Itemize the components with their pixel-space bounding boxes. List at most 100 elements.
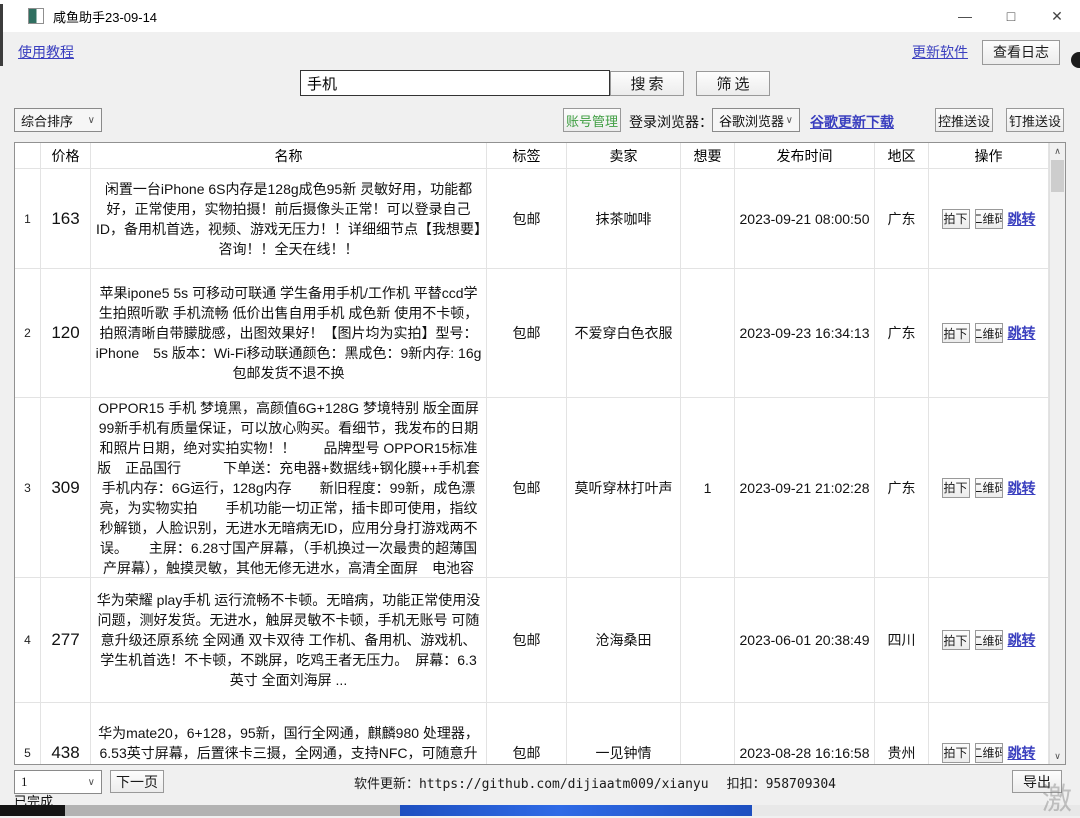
name-cell: 闲置一台iPhone 6S内存是128g成色95新 灵敏好用，功能都好，正常使用… bbox=[91, 169, 487, 268]
action-cell: 拍下 二维码 跳转 bbox=[929, 703, 1049, 764]
buy-button[interactable]: 拍下 bbox=[942, 323, 970, 343]
filter-button[interactable]: 筛选 bbox=[696, 71, 770, 96]
time-cell: 2023-09-21 21:02:28 bbox=[735, 398, 875, 577]
buy-button[interactable]: 拍下 bbox=[942, 209, 970, 229]
results-grid: 价格 名称 标签 卖家 想要 发布时间 地区 操作 1 163 闲置一台iPho… bbox=[15, 143, 1049, 764]
row-index: 2 bbox=[15, 269, 41, 397]
pager-row: 1 ∨ 下一页 软件更新：https://github.com/dijiaatm… bbox=[0, 770, 1080, 794]
vertical-scrollbar[interactable]: ∧ ∨ bbox=[1049, 143, 1065, 764]
seller-cell: 莫听穿林打叶声 bbox=[567, 398, 681, 577]
taskbar-segment-light bbox=[752, 805, 1080, 816]
region-cell: 贵州 bbox=[875, 703, 929, 764]
header-tag: 标签 bbox=[487, 143, 567, 168]
name-cell: 华为mate20，6+128，95新，国行全网通，麒麟980 处理器，6.53英… bbox=[91, 703, 487, 764]
want-cell bbox=[681, 169, 735, 268]
jump-link[interactable]: 跳转 bbox=[1008, 478, 1036, 498]
seller-cell: 一见钟情 bbox=[567, 703, 681, 764]
sort-select-value: 综合排序 bbox=[21, 111, 73, 130]
taskbar-segment-blue bbox=[400, 805, 752, 816]
view-log-button[interactable]: 查看日志 bbox=[982, 40, 1060, 65]
seller-cell: 抹茶咖啡 bbox=[567, 169, 681, 268]
name-cell: 苹果ipone5 5s 可移动可联通 学生备用手机/工作机 平替ccd学生拍照听… bbox=[91, 269, 487, 397]
price-cell: 163 bbox=[41, 169, 91, 268]
table-row: 3 309 OPPOR15 手机 梦境黑，高颜值6G+128G 梦境特别 版全面… bbox=[15, 398, 1049, 578]
background-window-dot bbox=[1071, 52, 1080, 68]
price-cell: 277 bbox=[41, 578, 91, 702]
browser-select-value: 谷歌浏览器 bbox=[719, 111, 784, 130]
row-index: 4 bbox=[15, 578, 41, 702]
header-time: 发布时间 bbox=[735, 143, 875, 168]
update-software-link[interactable]: 更新软件 bbox=[912, 42, 968, 62]
qq-text: 扣扣：958709304 bbox=[727, 777, 836, 792]
time-cell: 2023-06-01 20:38:49 bbox=[735, 578, 875, 702]
price-cell: 309 bbox=[41, 398, 91, 577]
qrcode-button[interactable]: 二维码 bbox=[975, 630, 1003, 650]
want-cell bbox=[681, 269, 735, 397]
seller-cell: 沧海桑田 bbox=[567, 578, 681, 702]
chevron-down-icon: ∨ bbox=[88, 115, 95, 126]
row-index: 3 bbox=[15, 398, 41, 577]
action-cell: 拍下 二维码 跳转 bbox=[929, 169, 1049, 268]
buy-button[interactable]: 拍下 bbox=[942, 743, 970, 763]
want-cell bbox=[681, 703, 735, 764]
close-button[interactable]: ✕ bbox=[1034, 0, 1080, 32]
header-index bbox=[15, 143, 41, 168]
maximize-button[interactable]: □ bbox=[988, 0, 1034, 32]
region-cell: 广东 bbox=[875, 269, 929, 397]
tutorial-link[interactable]: 使用教程 bbox=[18, 42, 74, 62]
chevron-down-icon: ∨ bbox=[786, 115, 793, 126]
qrcode-button[interactable]: 二维码 bbox=[975, 323, 1003, 343]
scroll-down-icon[interactable]: ∨ bbox=[1050, 748, 1065, 764]
name-cell: 华为荣耀 play手机 运行流畅不卡顿。无暗病，功能正常使用没问题，测好发货。无… bbox=[91, 578, 487, 702]
search-button[interactable]: 搜索 bbox=[610, 71, 684, 96]
sort-select[interactable]: 综合排序 ∨ bbox=[14, 108, 102, 132]
tag-cell: 包邮 bbox=[487, 703, 567, 764]
account-manage-button[interactable]: 账号管理 bbox=[563, 108, 621, 132]
table-row: 2 120 苹果ipone5 5s 可移动可联通 学生备用手机/工作机 平替cc… bbox=[15, 269, 1049, 398]
chevron-down-icon: ∨ bbox=[88, 777, 95, 788]
jump-link[interactable]: 跳转 bbox=[1008, 323, 1036, 343]
region-cell: 广东 bbox=[875, 398, 929, 577]
footer-info: 软件更新：https://github.com/dijiaatm009/xian… bbox=[220, 773, 970, 792]
qrcode-button[interactable]: 二维码 bbox=[975, 743, 1003, 763]
search-input[interactable] bbox=[300, 70, 610, 96]
jump-link[interactable]: 跳转 bbox=[1008, 743, 1036, 763]
window-controls: — □ ✕ bbox=[942, 0, 1080, 32]
price-cell: 438 bbox=[41, 703, 91, 764]
tag-cell: 包邮 bbox=[487, 269, 567, 397]
header-seller: 卖家 bbox=[567, 143, 681, 168]
want-cell: 1 bbox=[681, 398, 735, 577]
region-cell: 广东 bbox=[875, 169, 929, 268]
scrollbar-thumb[interactable] bbox=[1051, 160, 1064, 192]
push-setting-button-1[interactable]: 控推送设 bbox=[935, 108, 993, 132]
push-setting-button-2[interactable]: 钉推送设 bbox=[1006, 108, 1064, 132]
table-row: 5 438 华为mate20，6+128，95新，国行全网通，麒麟980 处理器… bbox=[15, 703, 1049, 764]
jump-link[interactable]: 跳转 bbox=[1008, 630, 1036, 650]
table-row: 4 277 华为荣耀 play手机 运行流畅不卡顿。无暗病，功能正常使用没问题，… bbox=[15, 578, 1049, 703]
toolbar-row: 综合排序 ∨ 账号管理 登录浏览器： 谷歌浏览器 ∨ 谷歌更新下载 控推送设 钉… bbox=[0, 108, 1080, 134]
export-button[interactable]: 导出 bbox=[1012, 770, 1062, 793]
jump-link[interactable]: 跳转 bbox=[1008, 209, 1036, 229]
want-cell bbox=[681, 578, 735, 702]
qrcode-button[interactable]: 二维码 bbox=[975, 478, 1003, 498]
row-index: 5 bbox=[15, 703, 41, 764]
header-name: 名称 bbox=[91, 143, 487, 168]
next-page-button[interactable]: 下一页 bbox=[110, 770, 164, 793]
links-row: 使用教程 更新软件 查看日志 bbox=[18, 38, 1060, 66]
qrcode-button[interactable]: 二维码 bbox=[975, 209, 1003, 229]
buy-button[interactable]: 拍下 bbox=[942, 630, 970, 650]
chrome-download-link[interactable]: 谷歌更新下载 bbox=[810, 112, 894, 132]
header-want: 想要 bbox=[681, 143, 735, 168]
search-row: 搜索 筛选 bbox=[0, 70, 1080, 98]
buy-button[interactable]: 拍下 bbox=[942, 478, 970, 498]
region-cell: 四川 bbox=[875, 578, 929, 702]
browser-select[interactable]: 谷歌浏览器 ∨ bbox=[712, 108, 800, 132]
minimize-button[interactable]: — bbox=[942, 0, 988, 32]
taskbar-segment-dark bbox=[0, 805, 65, 816]
table-header-row: 价格 名称 标签 卖家 想要 发布时间 地区 操作 bbox=[15, 143, 1049, 169]
page-select-value: 1 bbox=[21, 774, 28, 790]
tag-cell: 包邮 bbox=[487, 169, 567, 268]
tag-cell: 包邮 bbox=[487, 398, 567, 577]
background-window-edge bbox=[0, 4, 3, 66]
scroll-up-icon[interactable]: ∧ bbox=[1050, 143, 1065, 159]
